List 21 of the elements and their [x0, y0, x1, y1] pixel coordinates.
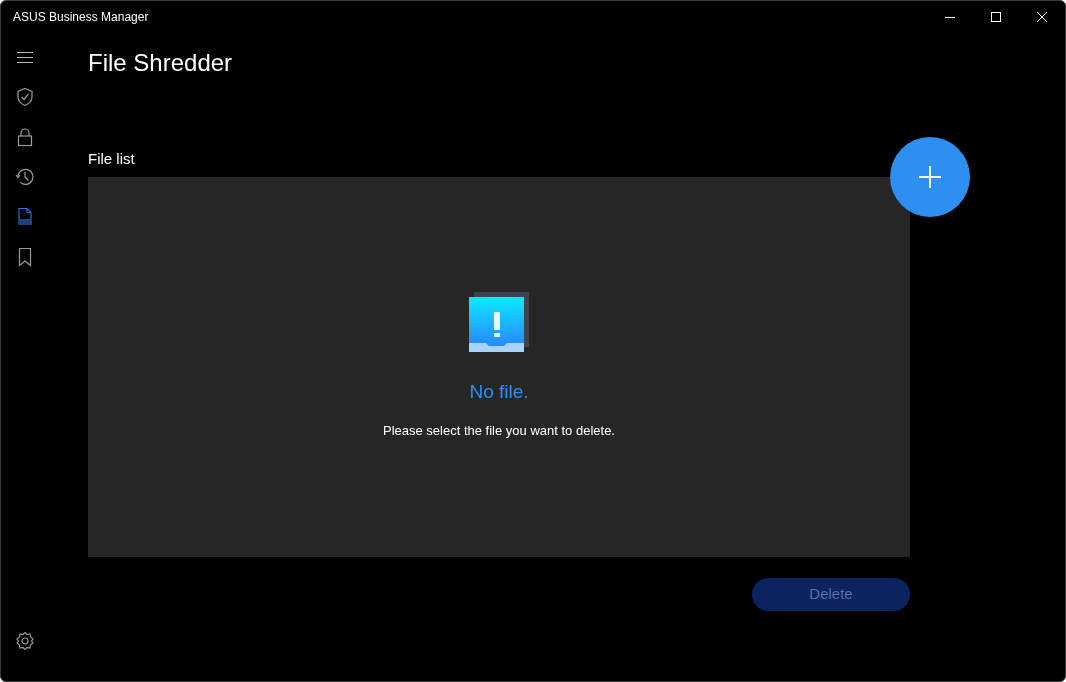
- history-icon: [15, 167, 35, 187]
- empty-title: No file.: [469, 380, 529, 404]
- close-icon: [1037, 12, 1047, 22]
- document-shredder-icon: [15, 207, 35, 227]
- empty-message: Please select the file you want to delete.: [383, 421, 615, 440]
- page-title: File Shredder: [88, 48, 233, 78]
- menu-icon: [17, 51, 33, 63]
- window-title: ASUS Business Manager: [13, 9, 149, 26]
- sidebar-item[interactable]: [15, 87, 35, 107]
- sidebar-item[interactable]: [15, 167, 35, 187]
- sidebar-item[interactable]: [15, 207, 35, 227]
- shield-check-icon: [15, 87, 35, 107]
- plus-icon: [919, 166, 941, 188]
- settings-button[interactable]: [15, 631, 35, 651]
- lock-icon: [15, 127, 35, 147]
- maximize-icon: [991, 12, 1001, 22]
- minimize-icon: [945, 16, 955, 18]
- section-label: File list: [88, 149, 136, 169]
- settings-icon: [15, 631, 35, 651]
- sidebar-item[interactable]: [15, 127, 35, 147]
- warning-file-drawing: [468, 292, 530, 352]
